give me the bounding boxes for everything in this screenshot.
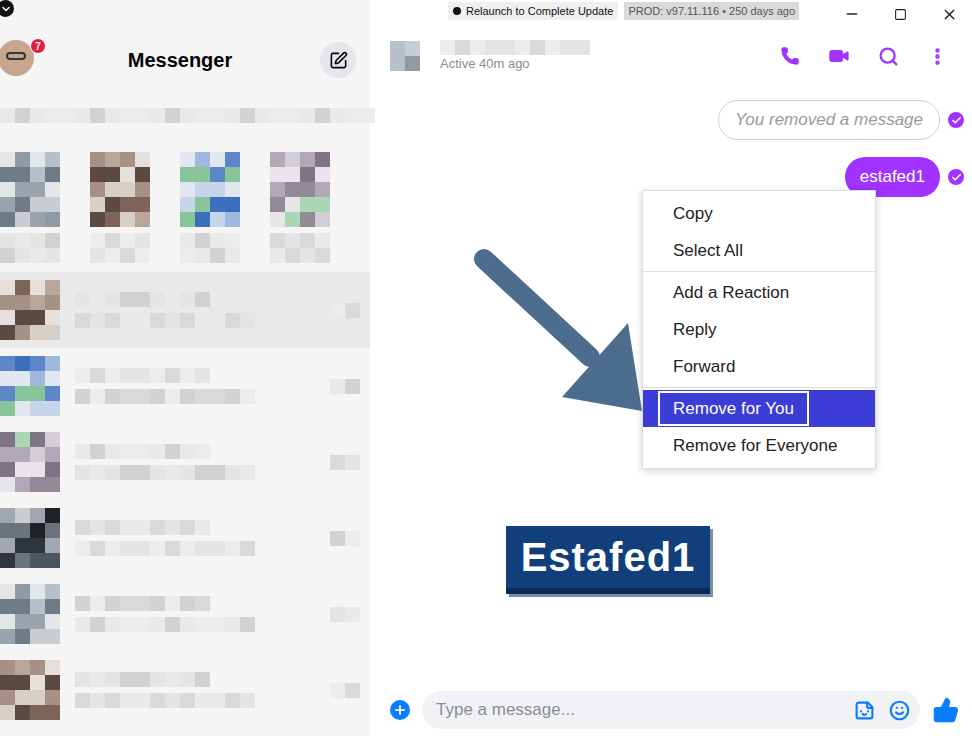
emoji-icon[interactable] <box>889 700 910 721</box>
story-name <box>270 233 330 263</box>
chat-header: Active 40m ago <box>370 22 972 90</box>
add-attachment-icon[interactable] <box>390 700 410 720</box>
conversation-name <box>75 368 315 383</box>
conversation-row[interactable] <box>0 500 370 576</box>
contact-avatar <box>390 41 420 71</box>
context-menu-item[interactable]: Reply <box>643 311 875 348</box>
contact-name <box>440 40 590 55</box>
seen-check-icon <box>948 112 964 128</box>
composer: Type a message... <box>370 688 972 736</box>
conversation-time <box>330 303 360 318</box>
context-menu-item[interactable]: Copy <box>643 195 875 232</box>
conversation-preview <box>75 313 315 328</box>
sidebar-title: Messenger <box>40 45 320 75</box>
context-menu-item[interactable]: Add a Reaction <box>643 274 875 311</box>
conversation-avatar <box>0 432 60 492</box>
conversation-preview <box>75 389 315 404</box>
conversation-name <box>75 520 315 535</box>
conversation-preview <box>75 541 315 556</box>
maximize-icon[interactable] <box>894 8 907 21</box>
search-bar[interactable] <box>0 108 370 136</box>
search-icon[interactable] <box>878 46 899 67</box>
contact-status: Active 40m ago <box>440 55 590 73</box>
conversation-row[interactable] <box>0 576 370 652</box>
seen-check-icon <box>948 169 964 185</box>
more-options-icon[interactable] <box>927 46 948 67</box>
notification-badge: 7 <box>30 38 46 54</box>
build-label: PROD: v97.11.116 • 250 days ago <box>624 2 799 20</box>
conversation-avatar <box>0 280 60 340</box>
conversation-row[interactable] <box>0 348 370 424</box>
conversation-row[interactable] <box>0 272 370 348</box>
conversation-time <box>330 531 360 546</box>
conversation-preview <box>75 465 315 480</box>
compose-icon <box>329 51 348 70</box>
sidebar: 7Messenger <box>0 0 370 736</box>
conversation-time <box>330 607 360 622</box>
story-avatar <box>0 152 60 227</box>
sticker-icon[interactable] <box>854 700 875 721</box>
conversation-avatar <box>0 584 60 644</box>
conversation-preview <box>75 617 315 632</box>
conversation-time <box>330 683 360 698</box>
title-bar: Relaunch to Complete Update PROD: v97.11.… <box>370 0 972 22</box>
conversation-avatar <box>0 356 60 416</box>
conversation-name <box>75 292 315 307</box>
search-pixels <box>0 108 375 136</box>
update-notice[interactable]: Relaunch to Complete Update <box>448 2 618 20</box>
stories-row <box>0 152 370 272</box>
conversation-row[interactable] <box>0 424 370 500</box>
removed-message[interactable]: You removed a message <box>718 100 940 140</box>
conversation-name <box>75 444 315 459</box>
conversation-avatar <box>0 508 60 568</box>
context-menu-item[interactable]: Select All <box>643 232 875 269</box>
close-icon[interactable] <box>941 6 958 23</box>
compose-button[interactable] <box>320 42 356 78</box>
context-menu: CopySelect All Add a ReactionReplyForward… <box>642 190 876 469</box>
conversation-preview <box>75 693 315 708</box>
story-name <box>0 233 60 263</box>
profile-avatar[interactable] <box>0 40 34 76</box>
conversation-avatar <box>0 660 60 720</box>
conversation-list <box>0 272 370 728</box>
context-menu-item[interactable]: Remove for You <box>643 390 875 427</box>
context-menu-item[interactable]: Forward <box>643 348 875 385</box>
context-menu-item[interactable]: Remove for Everyone <box>643 427 875 464</box>
conversation-row[interactable] <box>0 652 370 728</box>
sidebar-header: 7Messenger <box>0 20 370 100</box>
annotation-arrow-icon <box>470 245 660 425</box>
minimize-icon[interactable] <box>844 6 860 22</box>
video-call-icon[interactable] <box>828 45 850 67</box>
conversation-time <box>330 455 360 470</box>
app-menu-icon[interactable] <box>0 0 14 17</box>
story-name <box>180 233 240 263</box>
message-input[interactable]: Type a message... <box>422 691 920 729</box>
call-icon[interactable] <box>780 46 800 66</box>
messenger-window: 7Messenger Relaunch to Complete Update PRO… <box>0 0 972 736</box>
conversation-name <box>75 596 315 611</box>
story-avatar <box>270 152 330 227</box>
story-avatar <box>90 152 150 227</box>
update-dot-icon <box>453 7 461 15</box>
conversation-name <box>75 672 315 687</box>
watermark-logo: Estafed1 <box>506 526 710 594</box>
like-icon[interactable] <box>932 696 960 724</box>
story-avatar <box>180 152 240 227</box>
story-name <box>90 233 150 263</box>
conversation-time <box>330 379 360 394</box>
